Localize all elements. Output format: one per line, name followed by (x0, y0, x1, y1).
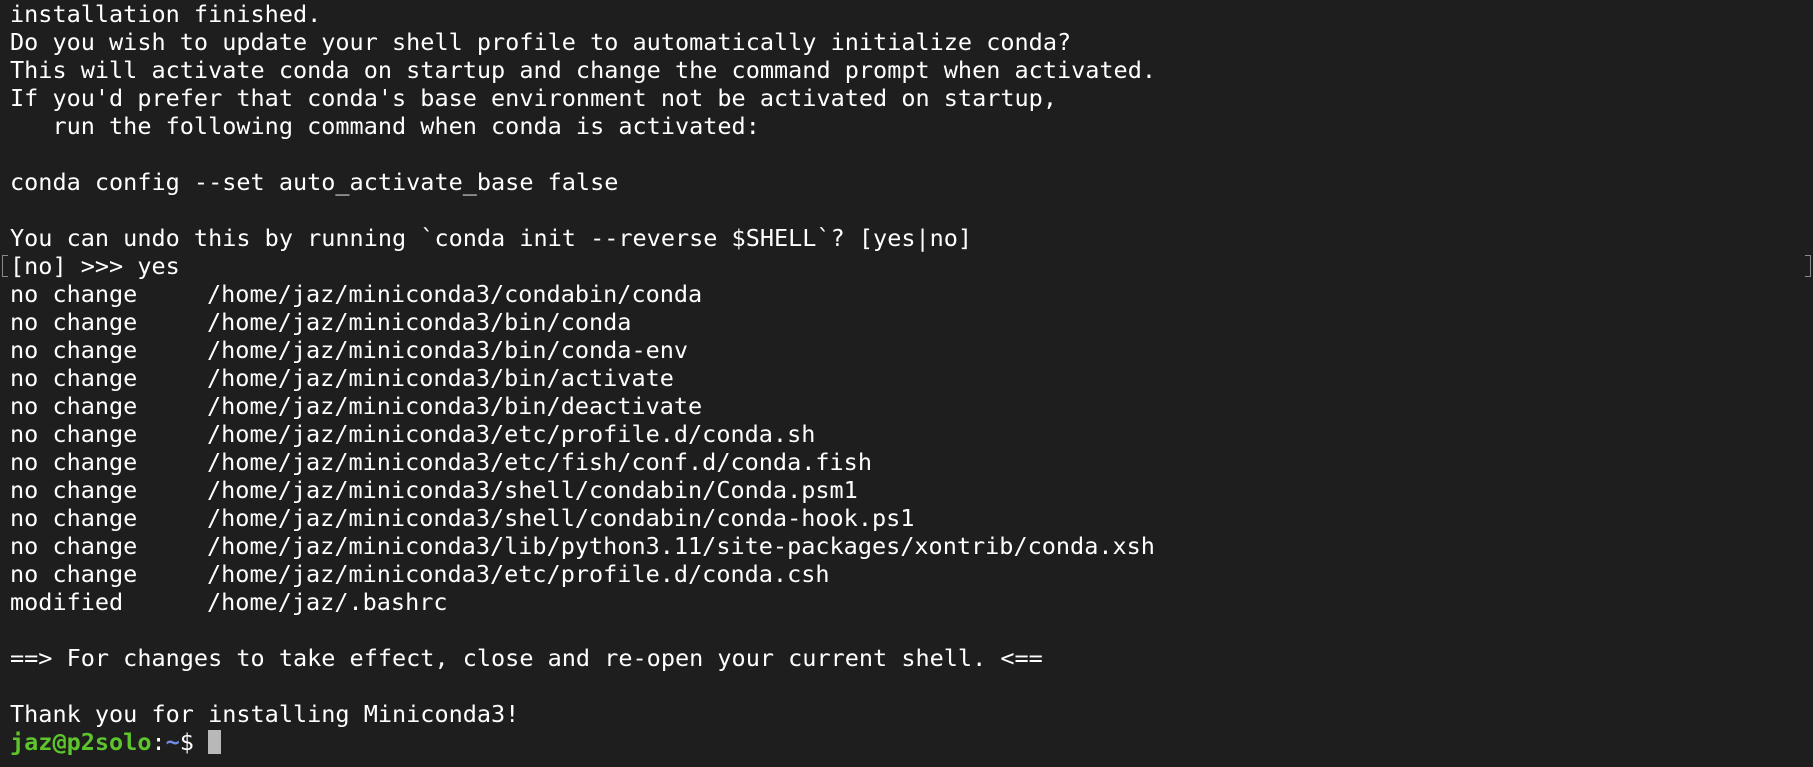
effect-note: ==> For changes to take effect, close an… (10, 644, 1043, 672)
answer-prompt: [no] >>> (10, 252, 138, 280)
change-path: /home/jaz/miniconda3/shell/condabin/Cond… (207, 476, 858, 504)
change-row: no change/home/jaz/miniconda3/shell/cond… (10, 504, 1805, 532)
change-path: /home/jaz/miniconda3/bin/deactivate (207, 392, 703, 420)
intro-line: This will activate conda on startup and … (10, 56, 1157, 84)
change-path: /home/jaz/.bashrc (207, 588, 448, 616)
answer-line: [no] >>> yes (10, 252, 1805, 280)
thanks-message: Thank you for installing Miniconda3! (10, 700, 520, 728)
change-row: no change/home/jaz/miniconda3/condabin/c… (10, 280, 1805, 308)
change-status: no change (10, 504, 138, 532)
prompt-user-host: jaz@p2solo (10, 728, 152, 756)
intro-line: installation finished. (10, 0, 322, 28)
change-row: no change/home/jaz/miniconda3/etc/profil… (10, 560, 1805, 588)
intro-line: run the following command when conda is … (10, 112, 760, 140)
change-path: /home/jaz/miniconda3/bin/conda (207, 308, 632, 336)
terminal-output[interactable]: installation finished. Do you wish to up… (10, 0, 1805, 767)
prompt-cwd: ~ (165, 728, 180, 756)
prompt-separator: : (151, 728, 166, 756)
change-status: no change (10, 280, 138, 308)
change-row: no change/home/jaz/miniconda3/etc/profil… (10, 420, 1805, 448)
change-row: no change/home/jaz/miniconda3/shell/cond… (10, 476, 1805, 504)
change-status: no change (10, 364, 138, 392)
text-cursor[interactable] (207, 729, 221, 754)
selection-bracket-right-icon (1805, 255, 1811, 277)
intro-line: If you'd prefer that conda's base enviro… (10, 84, 1057, 112)
intro-line: Do you wish to update your shell profile… (10, 28, 1072, 56)
change-status: no change (10, 336, 138, 364)
shell-prompt[interactable]: jaz@p2solo:~$ (10, 728, 1805, 756)
change-status: no change (10, 448, 138, 476)
change-path: /home/jaz/miniconda3/condabin/conda (207, 280, 703, 308)
answer-value: yes (137, 252, 180, 280)
config-command: conda config --set auto_activate_base fa… (10, 168, 619, 196)
change-row: no change/home/jaz/miniconda3/lib/python… (10, 532, 1805, 560)
undo-note: You can undo this by running `conda init… (10, 224, 973, 252)
change-status: no change (10, 308, 138, 336)
change-row: no change/home/jaz/miniconda3/bin/conda-… (10, 336, 1805, 364)
change-path: /home/jaz/miniconda3/bin/conda-env (207, 336, 689, 364)
change-path: /home/jaz/miniconda3/etc/profile.d/conda… (207, 420, 816, 448)
change-row: no change/home/jaz/miniconda3/bin/activa… (10, 364, 1805, 392)
change-row: no change/home/jaz/miniconda3/etc/fish/c… (10, 448, 1805, 476)
change-row: modified/home/jaz/.bashrc (10, 588, 1805, 616)
selection-bracket-left-icon (2, 255, 8, 277)
change-row: no change/home/jaz/miniconda3/bin/deacti… (10, 392, 1805, 420)
change-status: no change (10, 420, 138, 448)
change-row: no change/home/jaz/miniconda3/bin/conda (10, 308, 1805, 336)
change-status: no change (10, 476, 138, 504)
change-status: no change (10, 560, 138, 588)
change-path: /home/jaz/miniconda3/lib/python3.11/site… (207, 532, 1155, 560)
change-path: /home/jaz/miniconda3/shell/condabin/cond… (207, 504, 915, 532)
change-status: modified (10, 588, 124, 616)
change-path: /home/jaz/miniconda3/bin/activate (207, 364, 674, 392)
change-status: no change (10, 532, 138, 560)
prompt-symbol: $ (179, 728, 194, 756)
change-path: /home/jaz/miniconda3/etc/profile.d/conda… (207, 560, 830, 588)
change-path: /home/jaz/miniconda3/etc/fish/conf.d/con… (207, 448, 872, 476)
change-status: no change (10, 392, 138, 420)
